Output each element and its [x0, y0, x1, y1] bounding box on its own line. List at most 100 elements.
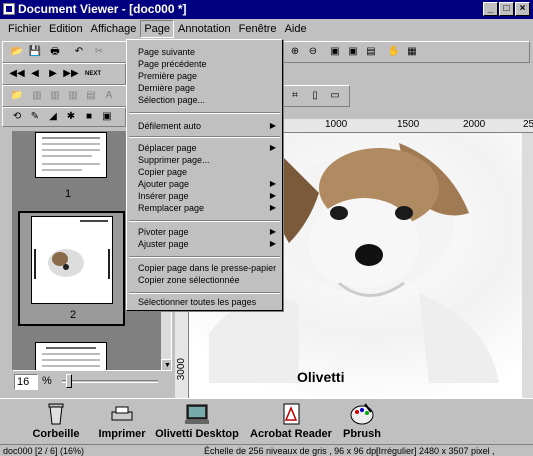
menu-affichage[interactable]: Affichage — [87, 21, 141, 37]
menu-item-copy-page[interactable]: Copier page — [138, 166, 282, 178]
view-thumbs-icon[interactable]: ▤ — [363, 45, 379, 59]
menu-separator — [129, 220, 280, 222]
page-icon[interactable]: ▯ — [307, 89, 323, 103]
page-setup-icon[interactable]: ⌗ — [287, 89, 303, 103]
copy-icon[interactable]: ▥ — [47, 89, 63, 103]
thumbnail-page-number-1: 1 — [64, 188, 72, 200]
menu-item-last-page[interactable]: Dernière page — [138, 82, 282, 94]
menu-item-select-page[interactable]: Sélection page... — [138, 94, 282, 106]
menu-item-copy-selection[interactable]: Copier zone sélectionnée — [138, 274, 282, 286]
note-icon[interactable]: ▭ — [327, 89, 343, 103]
menu-fichier[interactable]: Fichier — [4, 21, 45, 37]
menu-item-delete-page[interactable]: Supprimer page... — [138, 154, 282, 166]
print-icon[interactable]: 🖶 — [47, 45, 63, 59]
task-pbrush[interactable]: Pbrush — [334, 399, 390, 445]
task-label-imprimer: Imprimer — [98, 428, 146, 440]
format-icon[interactable]: ▤ — [83, 89, 99, 103]
undo-icon[interactable]: ↶ — [71, 45, 87, 59]
menu-page[interactable]: Page — [140, 20, 175, 38]
zoom-out-icon[interactable]: ⊖ — [305, 45, 321, 59]
menu-item-insert-page-label: Insérer page — [138, 191, 189, 201]
submenu-arrow-icon: ▶ — [269, 203, 276, 212]
menu-item-auto-scroll-label: Défilement auto — [138, 121, 202, 131]
status-size-info: [Irrégulier] 2480 x 3507 pixel , 8493.52… — [376, 446, 495, 456]
menu-aide[interactable]: Aide — [281, 21, 311, 37]
zoom-input[interactable]: 16 — [14, 374, 38, 390]
menu-item-add-page[interactable]: Ajouter page ▶ — [138, 178, 282, 190]
menu-separator — [129, 136, 280, 138]
menu-item-replace-page[interactable]: Remplacer page ▶ — [138, 202, 282, 214]
rotate-icon[interactable]: ⟲ — [9, 110, 25, 124]
menu-fenetre[interactable]: Fenêtre — [235, 21, 281, 37]
submenu-arrow-icon: ▶ — [269, 143, 276, 152]
thumbnail-page-2[interactable] — [31, 216, 113, 304]
menu-item-fit-page[interactable]: Ajuster page ▶ — [138, 238, 282, 250]
desktop-icon — [185, 404, 209, 424]
prev-page-button[interactable]: ◀ — [27, 67, 43, 81]
status-bar: doc000 [2 / 6] (16%) Échelle de 256 nive… — [0, 444, 533, 456]
view-single-icon[interactable]: ▣ — [327, 45, 343, 59]
submenu-arrow-icon: ▶ — [269, 121, 276, 130]
thumbnail-page-1[interactable] — [35, 132, 107, 178]
menu-annotation[interactable]: Annotation — [174, 21, 235, 37]
zoom-slider-thumb[interactable] — [66, 374, 72, 388]
box-icon[interactable]: ▣ — [99, 110, 115, 124]
menu-edition[interactable]: Edition — [45, 21, 87, 37]
last-page-button[interactable]: ▶▶ — [63, 67, 79, 81]
zoom-slider-track[interactable] — [62, 380, 158, 383]
save-icon[interactable]: 💾 — [27, 45, 43, 59]
menu-item-insert-page[interactable]: Insérer page ▶ — [138, 190, 282, 202]
menu-bar: Fichier Edition Affichage Page Annotatio… — [0, 19, 533, 39]
scan-icon[interactable]: ▥ — [29, 89, 45, 103]
thumbnail-page-number-2: 2 — [69, 309, 77, 321]
thumbnail-page-1-preview — [42, 137, 100, 171]
menu-item-prev-page[interactable]: Page précédente — [138, 58, 282, 70]
thumbnail-icon[interactable]: ▦ — [404, 45, 420, 59]
cut-icon[interactable]: ✂ — [91, 45, 107, 59]
open-icon[interactable]: 📂 — [9, 45, 25, 59]
task-label-olivetti-desktop: Olivetti Desktop — [155, 428, 239, 440]
first-page-button[interactable]: ◀◀ — [9, 67, 25, 81]
scroll-down-arrow-icon[interactable]: ▼ — [161, 359, 171, 370]
paste-icon[interactable]: ▥ — [65, 89, 81, 103]
text-icon[interactable]: A — [101, 89, 117, 103]
thumbnail-selected-frame[interactable]: 2 — [18, 211, 125, 326]
desktop-taskbar: Corbeille Imprimer Olivetti Desktop Acro… — [0, 398, 533, 444]
minimize-button[interactable]: _ — [483, 2, 498, 16]
ruler-mark-25: 25 — [523, 119, 533, 130]
ruler-mark-1000: 1000 — [325, 119, 348, 130]
task-acrobat-reader[interactable]: Acrobat Reader — [250, 399, 332, 445]
menu-item-move-page-label: Déplacer page — [138, 143, 197, 153]
task-olivetti-desktop[interactable]: Olivetti Desktop — [154, 399, 240, 445]
thumbnail-page-2-preview — [34, 220, 110, 279]
view-double-icon[interactable]: ▣ — [345, 45, 361, 59]
next-doc-button[interactable]: NEXT — [85, 67, 101, 81]
task-corbeille[interactable]: Corbeille — [22, 399, 90, 445]
stamp-icon[interactable]: ✱ — [63, 110, 79, 124]
rectangle-icon[interactable]: ■ — [81, 110, 97, 124]
menu-item-copy-clipboard[interactable]: Copier page dans le presse-papier — [138, 262, 282, 274]
highlighter-icon[interactable]: ◢ — [45, 110, 61, 124]
folder-icon[interactable]: 📁 — [9, 89, 25, 103]
menu-item-add-page-label: Ajouter page — [138, 179, 190, 189]
task-imprimer[interactable]: Imprimer — [92, 399, 152, 445]
menu-separator — [129, 292, 280, 294]
menu-item-auto-scroll[interactable]: Défilement auto ▶ — [138, 120, 282, 132]
restore-button[interactable]: □ — [499, 2, 514, 16]
close-button[interactable]: × — [515, 2, 530, 16]
hand-icon[interactable]: ✋ — [386, 45, 402, 59]
thumbnail-page-3[interactable] — [35, 342, 107, 370]
acrobat-icon — [283, 403, 300, 425]
menu-item-rotate-page[interactable]: Pivoter page ▶ — [138, 226, 282, 238]
menu-item-first-page[interactable]: Première page — [138, 70, 282, 82]
document-scrollbar[interactable] — [522, 133, 533, 398]
menu-item-select-all-pages[interactable]: Sélectionner toutes les pages — [138, 296, 282, 308]
ruler-mark-2000: 2000 — [463, 119, 486, 130]
pen-icon[interactable]: ✎ — [27, 110, 43, 124]
task-label-acrobat-reader: Acrobat Reader — [250, 428, 332, 440]
app-icon[interactable] — [3, 3, 15, 15]
next-page-button[interactable]: ▶ — [45, 67, 61, 81]
menu-item-next-page[interactable]: Page suivante — [138, 46, 282, 58]
zoom-in-icon[interactable]: ⊕ — [287, 45, 303, 59]
menu-item-move-page[interactable]: Déplacer page ▶ — [138, 142, 282, 154]
